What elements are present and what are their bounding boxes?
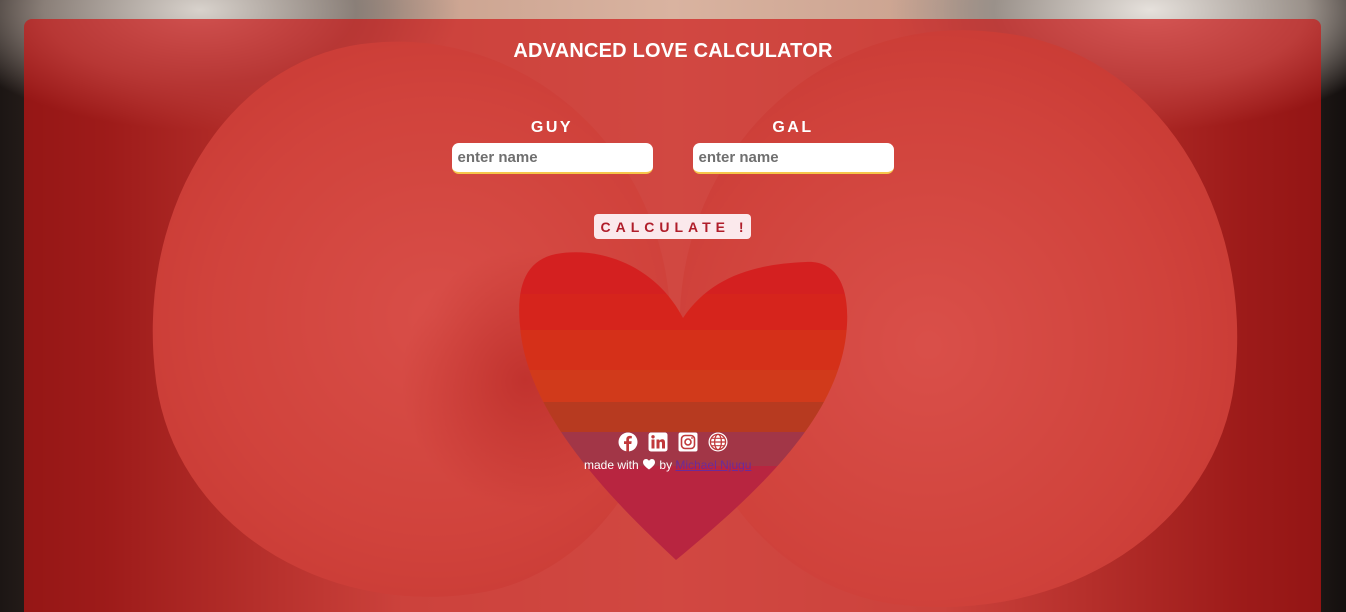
calculator-card (24, 19, 1321, 612)
gal-label: GAL (772, 119, 814, 136)
guy-name-input[interactable] (451, 143, 653, 174)
page-title: ADVANCED LOVE CALCULATOR (513, 40, 833, 62)
social-links (618, 432, 728, 452)
instagram-icon[interactable] (678, 432, 698, 452)
guy-field-group: GUY (451, 118, 653, 174)
made-with-text: made with (584, 458, 639, 472)
facebook-icon[interactable] (618, 432, 638, 452)
author-link[interactable]: Michael Njugu (675, 458, 751, 472)
heart-icon (643, 459, 656, 470)
gal-name-input[interactable] (692, 143, 894, 174)
guy-label: GUY (530, 119, 574, 136)
by-text: by (659, 458, 673, 472)
credit-line: made with by Michael Njugu (584, 458, 751, 472)
gal-field-group: GAL (692, 118, 894, 174)
calculate-button[interactable]: CALCULATE ! (594, 214, 751, 239)
globe-icon[interactable] (708, 432, 728, 452)
linkedin-icon[interactable] (648, 432, 668, 452)
